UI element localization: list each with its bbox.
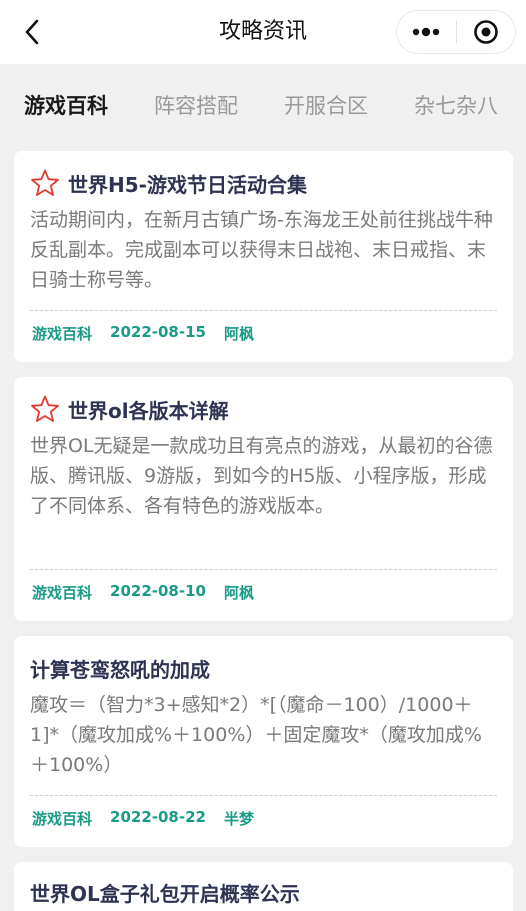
more-dots-icon bbox=[413, 27, 440, 37]
article-category: 游戏百科 bbox=[32, 584, 93, 602]
article-title: 世界OL盒子礼包开启概率公示 bbox=[30, 876, 497, 908]
tab-misc[interactable]: 杂七杂八 bbox=[414, 76, 498, 136]
article-category: 游戏百科 bbox=[32, 325, 93, 343]
star-icon bbox=[31, 395, 59, 422]
article-card[interactable]: 世界OL盒子礼包开启概率公示 bbox=[14, 862, 513, 911]
article-category: 游戏百科 bbox=[32, 810, 93, 828]
article-title-text: 世界OL盒子礼包开启概率公示 bbox=[30, 881, 300, 906]
article-title: 世界H5-游戏节日活动合集 bbox=[30, 167, 497, 199]
article-author: 半梦 bbox=[223, 810, 254, 828]
article-card[interactable]: 世界ol各版本详解 世界OL无疑是一款成功且有亮点的游戏，从最初的谷德版、腾讯版… bbox=[14, 377, 513, 621]
article-card[interactable]: 计算苍鸾怒吼的加成 魔攻＝（智力*3+感知*2）*[（魔命－100）/1000＋… bbox=[14, 636, 513, 847]
article-date: 2022-08-15 bbox=[110, 323, 206, 341]
article-title-text: 世界ol各版本详解 bbox=[68, 398, 229, 423]
tab-game-encyclopedia[interactable]: 游戏百科 bbox=[24, 76, 108, 136]
tab-server-merge[interactable]: 开服合区 bbox=[284, 76, 368, 136]
category-tabs: 游戏百科 阵容搭配 开服合区 杂七杂八 bbox=[0, 76, 526, 136]
article-meta: 游戏百科 2022-08-10 阿枫 bbox=[32, 582, 254, 604]
article-title-text: 计算苍鸾怒吼的加成 bbox=[30, 657, 210, 682]
star-icon bbox=[31, 169, 59, 196]
dashed-divider bbox=[30, 795, 497, 796]
article-card[interactable]: 世界H5-游戏节日活动合集 活动期间内，在新月古镇广场-东海龙王处前往挑战牛种反… bbox=[14, 151, 513, 362]
dashed-divider bbox=[30, 310, 497, 311]
close-button[interactable] bbox=[456, 10, 515, 54]
article-date: 2022-08-22 bbox=[110, 808, 206, 826]
article-date: 2022-08-10 bbox=[110, 582, 206, 600]
more-button[interactable] bbox=[397, 10, 456, 54]
article-description: 魔攻＝（智力*3+感知*2）*[（魔命－100）/1000＋1]*（魔攻加成%＋… bbox=[30, 694, 482, 776]
article-meta: 游戏百科 2022-08-15 阿枫 bbox=[32, 323, 254, 345]
article-description: 活动期间内，在新月古镇广场-东海龙王处前往挑战牛种反乱副本。完成副本可以获得末日… bbox=[30, 209, 493, 291]
article-author: 阿枫 bbox=[223, 325, 254, 343]
target-circle-icon bbox=[473, 20, 498, 44]
article-title-text: 世界H5-游戏节日活动合集 bbox=[68, 172, 307, 197]
article-title: 计算苍鸾怒吼的加成 bbox=[30, 652, 497, 684]
mini-program-capsule bbox=[396, 10, 516, 54]
dashed-divider bbox=[30, 569, 497, 570]
article-meta: 游戏百科 2022-08-22 半梦 bbox=[32, 808, 254, 830]
tab-lineup[interactable]: 阵容搭配 bbox=[154, 76, 238, 136]
article-description: 世界OL无疑是一款成功且有亮点的游戏，从最初的谷德版、腾讯版、9游版，到如今的H… bbox=[30, 435, 493, 517]
article-author: 阿枫 bbox=[223, 584, 254, 602]
article-title: 世界ol各版本详解 bbox=[30, 393, 497, 425]
navigation-bar: 攻略资讯 bbox=[0, 0, 526, 64]
